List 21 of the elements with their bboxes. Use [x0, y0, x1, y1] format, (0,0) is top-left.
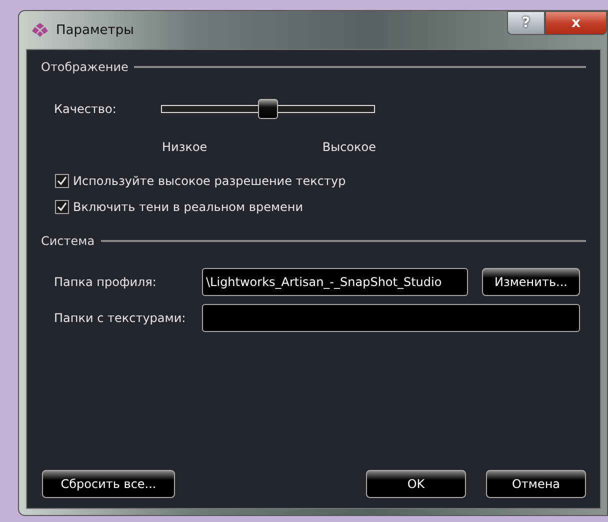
cancel-button[interactable]: Отмена	[486, 470, 586, 498]
path-field[interactable]: \Lightworks_Artisan_-_SnapShot_Studio	[202, 268, 468, 296]
ok-button[interactable]: OK	[366, 470, 466, 498]
section-heading: Система	[41, 233, 95, 250]
quality-label: Качество:	[54, 101, 118, 118]
checkbox-label: Включить тени в реальном времени	[73, 199, 304, 216]
checkbox[interactable]	[55, 200, 69, 214]
slider-thumb[interactable]	[258, 99, 278, 119]
app-icon	[32, 23, 48, 37]
close-button[interactable]: x	[545, 11, 607, 35]
checkbox-label: Используйте высокое разрешение текстур	[73, 173, 346, 190]
field-label: Папки с текстурами:	[54, 310, 187, 327]
section-heading: Отображение	[41, 59, 128, 76]
path-field[interactable]	[202, 304, 580, 332]
window-title: Параметры	[56, 22, 134, 40]
slider-max-label: Высокое	[322, 139, 376, 156]
reset-all-button[interactable]: Сбросить все...	[42, 470, 175, 498]
checkbox[interactable]	[55, 174, 69, 188]
field-label: Папка профиля:	[54, 274, 158, 291]
change-button[interactable]: Изменить...	[482, 268, 580, 296]
slider-min-label: Низкое	[162, 139, 208, 156]
